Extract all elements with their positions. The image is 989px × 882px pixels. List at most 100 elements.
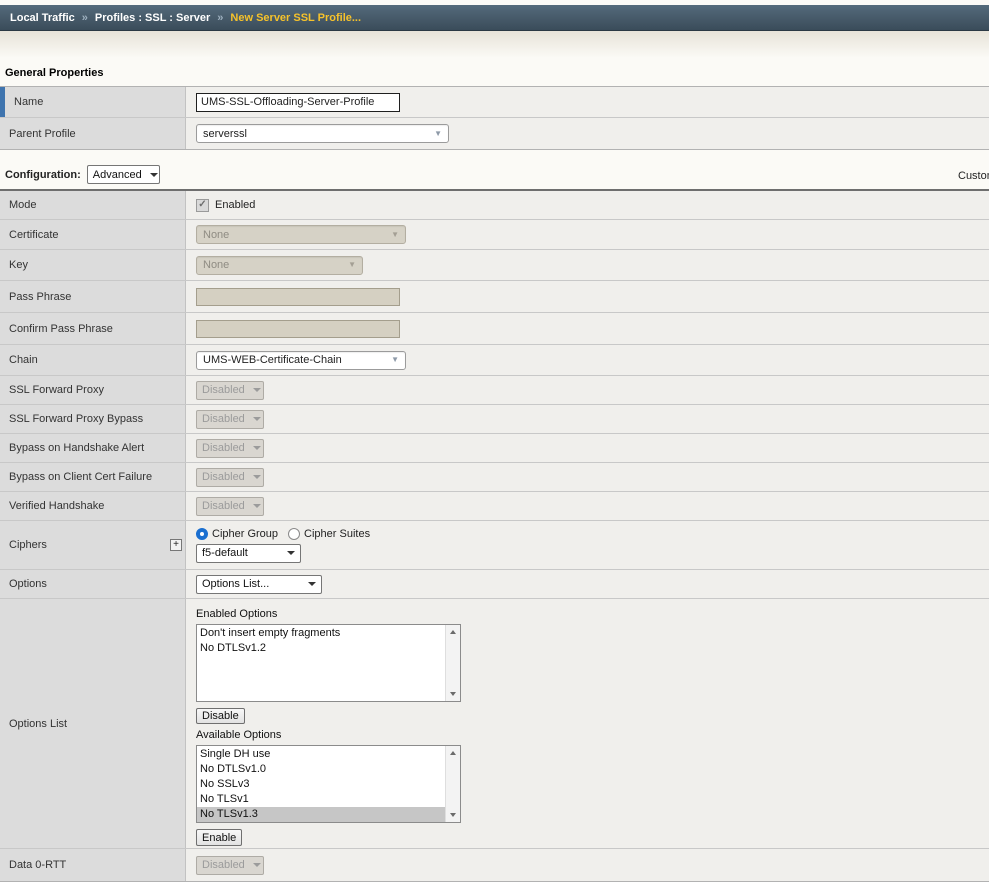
chevron-down-icon — [253, 446, 261, 450]
chain-value: UMS-WEB-Certificate-Chain — [203, 354, 342, 366]
name-content-cell — [186, 87, 989, 117]
breadcrumb: Local Traffic » Profiles : SSL : Server … — [0, 5, 989, 31]
chain-label-cell: Chain — [0, 345, 186, 375]
mode-label-cell: Mode — [0, 191, 186, 219]
data-0rtt-label-cell: Data 0-RTT — [0, 849, 186, 881]
mode-label: Mode — [9, 199, 37, 211]
bypass-on-handshake-alert-value: Disabled — [202, 442, 245, 454]
required-indicator — [0, 87, 5, 117]
chevron-down-icon — [253, 504, 261, 508]
scroll-down-icon[interactable] — [446, 687, 460, 701]
data-0rtt-value: Disabled — [202, 859, 245, 871]
cipher-suites-radio-label: Cipher Suites — [304, 528, 370, 540]
ssl-forward-proxy-bypass-select: Disabled — [196, 410, 264, 429]
scroll-up-icon[interactable] — [446, 746, 460, 760]
verified-handshake-value: Disabled — [202, 500, 245, 512]
ssl-forward-proxy-label: SSL Forward Proxy — [9, 384, 104, 396]
ssl-forward-proxy-bypass-label-cell: SSL Forward Proxy Bypass — [0, 405, 186, 433]
cipher-group-radio-label: Cipher Group — [212, 528, 278, 540]
available-option-item[interactable]: No SSLv3 — [197, 777, 445, 792]
enabled-options-listbox[interactable]: Don't insert empty fragments No DTLSv1.2 — [196, 624, 461, 702]
parent-profile-content-cell: serverssl ▼ — [186, 118, 989, 149]
row-chain: Chain UMS-WEB-Certificate-Chain ▼ — [0, 345, 989, 376]
row-name: Name — [0, 87, 989, 118]
parent-profile-select[interactable]: serverssl ▼ — [196, 124, 449, 143]
key-label-cell: Key — [0, 250, 186, 280]
cipher-suites-radio[interactable] — [288, 528, 300, 540]
breadcrumb-path-link[interactable]: Profiles : SSL : Server — [95, 12, 210, 24]
row-bypass-on-handshake-alert: Bypass on Handshake Alert Disabled — [0, 434, 989, 463]
available-options-listbox[interactable]: Single DH use No DTLSv1.0 No SSLv3 No TL… — [196, 745, 461, 823]
ssl-forward-proxy-label-cell: SSL Forward Proxy — [0, 376, 186, 404]
certificate-label: Certificate — [9, 229, 59, 241]
general-properties-heading: General Properties — [0, 58, 989, 86]
row-ssl-forward-proxy-bypass: SSL Forward Proxy Bypass Disabled — [0, 405, 989, 434]
configuration-level-select[interactable]: Advanced — [87, 165, 160, 184]
cipher-group-value: f5-default — [202, 547, 248, 559]
chevron-down-icon: ▼ — [348, 261, 356, 269]
scroll-up-icon[interactable] — [446, 625, 460, 639]
bypass-on-client-cert-failure-value: Disabled — [202, 471, 245, 483]
bypass-on-client-cert-failure-label: Bypass on Client Cert Failure — [9, 471, 152, 483]
verified-handshake-label: Verified Handshake — [9, 500, 104, 512]
options-list-content-cell: Enabled Options Don't insert empty fragm… — [186, 599, 989, 848]
confirm-pass-phrase-content-cell — [186, 313, 989, 344]
chevron-down-icon — [253, 388, 261, 392]
ssl-forward-proxy-bypass-label: SSL Forward Proxy Bypass — [9, 413, 143, 425]
chevron-down-icon: ▼ — [391, 231, 399, 239]
row-confirm-pass-phrase: Confirm Pass Phrase — [0, 313, 989, 345]
check-icon: ✓ — [198, 200, 206, 210]
available-option-item[interactable]: No DTLSv1.0 — [197, 762, 445, 777]
options-label: Options — [9, 578, 47, 590]
parent-profile-label: Parent Profile — [9, 128, 76, 140]
enabled-options-items: Don't insert empty fragments No DTLSv1.2 — [197, 625, 445, 701]
name-input[interactable] — [196, 93, 400, 112]
ciphers-expand-button[interactable]: + — [170, 539, 182, 551]
ciphers-content-cell: Cipher Group Cipher Suites f5-default — [186, 521, 989, 569]
breadcrumb-section-link[interactable]: Local Traffic — [10, 12, 75, 24]
row-parent-profile: Parent Profile serverssl ▼ — [0, 118, 989, 149]
row-options-list: Options List Enabled Options Don't inser… — [0, 599, 989, 849]
parent-profile-value: serverssl — [203, 128, 247, 140]
enabled-options-heading: Enabled Options — [196, 607, 277, 622]
row-key: Key None ▼ — [0, 250, 989, 281]
page: Local Traffic » Profiles : SSL : Server … — [0, 5, 989, 882]
cipher-group-radio[interactable] — [196, 528, 208, 540]
data-0rtt-label: Data 0-RTT — [9, 859, 66, 871]
confirm-pass-phrase-input — [196, 320, 400, 338]
parent-profile-label-cell: Parent Profile — [0, 118, 186, 149]
disable-button[interactable]: Disable — [196, 708, 245, 725]
options-list-label: Options List — [9, 718, 67, 730]
available-option-item[interactable]: No TLSv1 — [197, 792, 445, 807]
ciphers-label: Ciphers — [9, 539, 47, 551]
options-select[interactable]: Options List... — [196, 575, 322, 594]
available-options-scrollbar[interactable] — [445, 746, 460, 822]
enabled-option-item[interactable]: No DTLSv1.2 — [197, 641, 445, 656]
enabled-option-item[interactable]: Don't insert empty fragments — [197, 626, 445, 641]
ssl-forward-proxy-bypass-content-cell: Disabled — [186, 405, 989, 433]
bypass-on-handshake-alert-content-cell: Disabled — [186, 434, 989, 462]
bypass-on-client-cert-failure-label-cell: Bypass on Client Cert Failure — [0, 463, 186, 491]
enabled-options-scrollbar[interactable] — [445, 625, 460, 701]
row-ciphers: Ciphers + Cipher Group Cipher Suites f5-… — [0, 521, 989, 570]
pass-phrase-input — [196, 288, 400, 306]
available-option-item-selected[interactable]: No TLSv1.3 — [197, 807, 445, 822]
verified-handshake-select: Disabled — [196, 497, 264, 516]
row-ssl-forward-proxy: SSL Forward Proxy Disabled — [0, 376, 989, 405]
breadcrumb-current-page: New Server SSL Profile... — [230, 12, 361, 24]
scroll-down-icon[interactable] — [446, 808, 460, 822]
bypass-on-handshake-alert-select: Disabled — [196, 439, 264, 458]
chain-select[interactable]: UMS-WEB-Certificate-Chain ▼ — [196, 351, 406, 370]
enable-button[interactable]: Enable — [196, 829, 242, 846]
breadcrumb-separator-icon: » — [82, 12, 88, 24]
configuration-header: Configuration: Advanced Custom — [0, 162, 989, 189]
header-spacer — [0, 31, 989, 58]
available-option-item[interactable]: Single DH use — [197, 747, 445, 762]
cipher-group-select[interactable]: f5-default — [196, 544, 301, 563]
bypass-on-handshake-alert-label-cell: Bypass on Handshake Alert — [0, 434, 186, 462]
breadcrumb-separator-icon: » — [217, 12, 223, 24]
ssl-forward-proxy-content-cell: Disabled — [186, 376, 989, 404]
bypass-on-handshake-alert-label: Bypass on Handshake Alert — [9, 442, 144, 454]
chevron-down-icon — [253, 475, 261, 479]
options-label-cell: Options — [0, 570, 186, 598]
